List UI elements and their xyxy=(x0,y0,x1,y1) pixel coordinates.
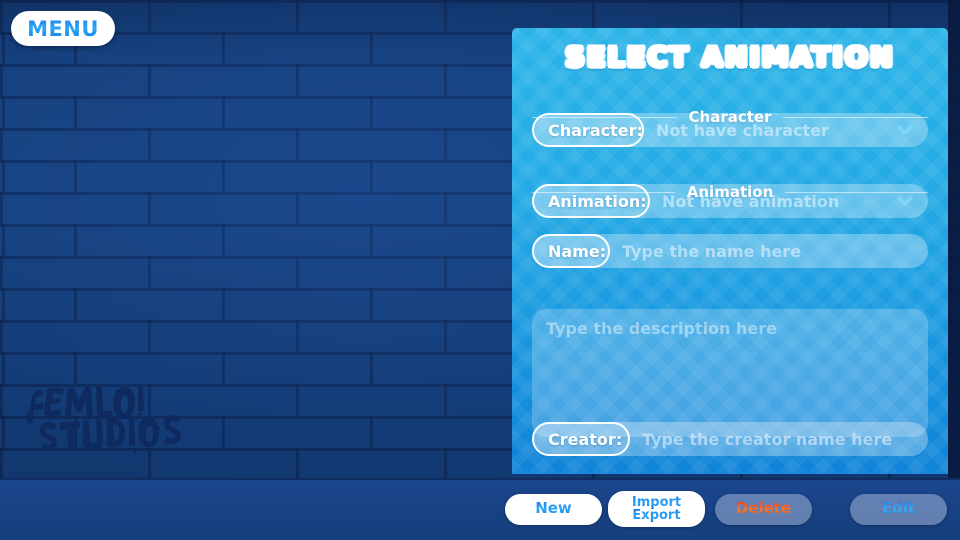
chevron-down-icon-character[interactable] xyxy=(888,119,922,141)
field-label-name: Name: xyxy=(548,241,607,261)
panel-right-edge xyxy=(948,0,960,478)
select-animation-panel: SELECT ANIMATION Character Character: No… xyxy=(512,28,948,474)
field-animation[interactable]: Animation: Not have animation xyxy=(532,184,928,218)
delete-button-label: Delete xyxy=(735,499,792,518)
import-button-label: Import xyxy=(631,494,682,510)
field-label-character: Character: xyxy=(548,120,643,140)
chevron-down-icon-animation[interactable] xyxy=(888,190,922,212)
panel-content: SELECT ANIMATION Character Character: No… xyxy=(512,28,948,474)
creator-input[interactable]: Type the creator name here xyxy=(630,430,928,449)
menu-button-label: MENU xyxy=(27,16,99,41)
new-button-label: New xyxy=(535,499,572,518)
description-input[interactable]: Type the description here xyxy=(532,309,928,437)
edit-button[interactable]: Edit xyxy=(850,493,947,525)
field-value-animation: Not have animation xyxy=(662,191,840,211)
field-label-character-pill: Character: xyxy=(532,113,644,147)
app-root: MENU SELECT ANIMATION Character Characte… xyxy=(0,0,960,540)
field-creator[interactable]: Creator: Type the creator name here xyxy=(532,422,928,456)
name-input[interactable]: Type the name here xyxy=(610,242,928,261)
description-placeholder: Type the description here xyxy=(546,319,777,338)
field-label-animation: Animation: xyxy=(548,191,647,211)
import-export-button[interactable]: Import Export xyxy=(608,491,705,527)
new-button[interactable]: New xyxy=(505,493,602,525)
field-label-creator-pill: Creator: xyxy=(532,422,630,456)
footer-button-row: New Import Export Delete Edit xyxy=(505,489,955,529)
field-character[interactable]: Character: Not have character xyxy=(532,113,928,147)
edit-button-label: Edit xyxy=(881,499,916,518)
bottom-bar-edge xyxy=(0,478,960,480)
menu-button[interactable]: MENU xyxy=(11,11,115,46)
field-label-name-pill: Name: xyxy=(532,234,610,268)
page-title: SELECT ANIMATION xyxy=(565,42,895,73)
field-label-animation-pill: Animation: xyxy=(532,184,650,218)
field-label-creator: Creator: xyxy=(548,429,623,449)
field-name[interactable]: Name: Type the name here xyxy=(532,234,928,268)
field-value-character: Not have character xyxy=(656,120,829,140)
delete-button[interactable]: Delete xyxy=(715,493,812,525)
export-button-label: Export xyxy=(632,508,681,523)
